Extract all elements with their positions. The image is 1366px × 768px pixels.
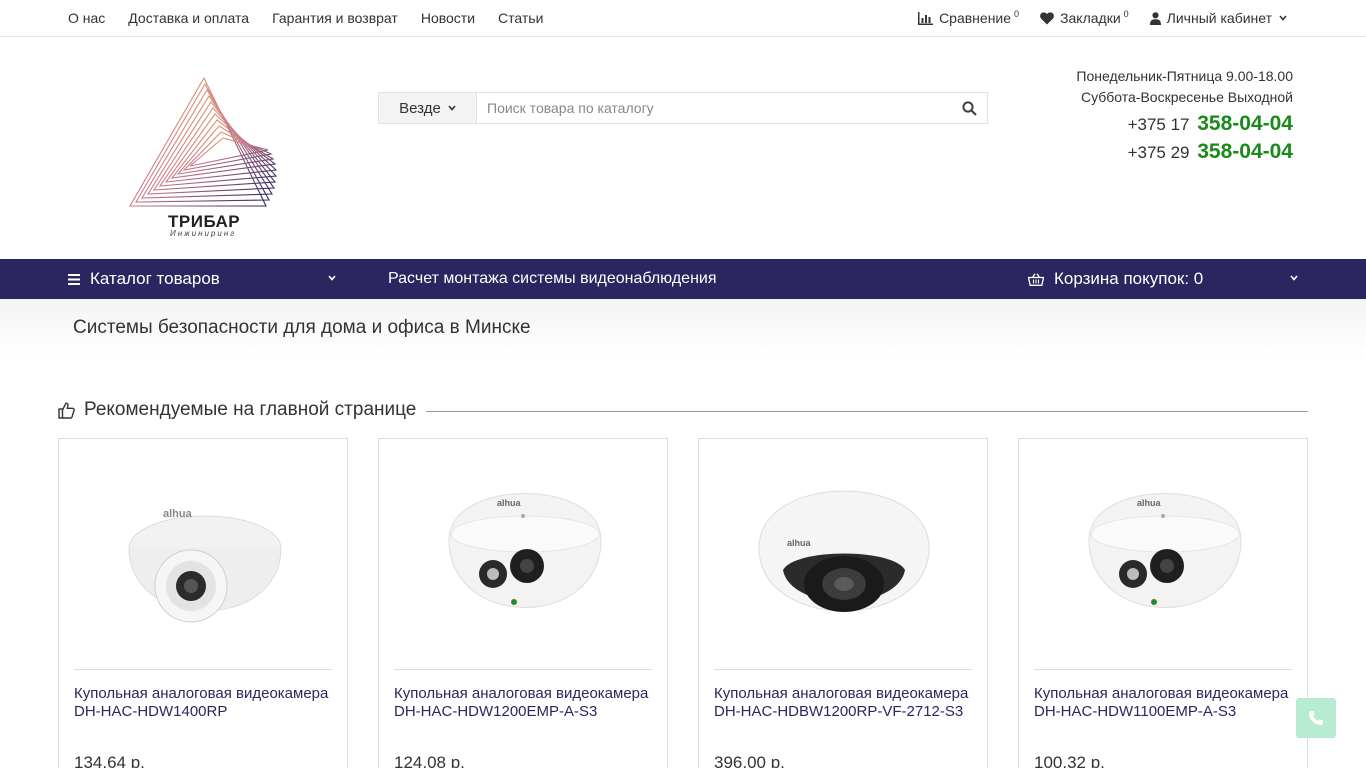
catalog-menu-button[interactable]: Каталог товаров — [68, 259, 340, 299]
product-price: 396,00 р. — [714, 753, 785, 768]
card-divider — [74, 669, 332, 670]
product-price: 100,32 р. — [1034, 753, 1105, 768]
main-nav-bar: Каталог товаров Расчет монтажа системы в… — [0, 259, 1366, 299]
svg-text:alhua: alhua — [787, 538, 812, 548]
dome-camera-image: alhua — [128, 508, 282, 622]
bookmarks-count: 0 — [1123, 9, 1129, 19]
product-card[interactable]: alhua Купольная аналоговая видеокамера D… — [378, 438, 668, 768]
compare-label: Сравнение — [939, 10, 1012, 26]
top-nav-news[interactable]: Новости — [421, 10, 475, 26]
account-label: Личный кабинет — [1166, 10, 1272, 26]
heart-icon — [1040, 11, 1054, 24]
chevron-down-icon — [1290, 275, 1298, 281]
product-name[interactable]: Купольная аналоговая видеокамера DH-HAC-… — [394, 685, 656, 721]
hours-weekdays: Понедельник-Пятница 9.00-18.00 — [1076, 68, 1293, 84]
hours-weekend: Суббота-Воскресенье Выходной — [1080, 89, 1293, 105]
phone-2-prefix: +375 29 — [1127, 143, 1190, 162]
phone-icon — [1309, 711, 1323, 725]
chevron-down-icon — [1279, 15, 1287, 21]
phone-1-prefix: +375 17 — [1127, 115, 1190, 134]
top-nav-warranty[interactable]: Гарантия и возврат — [272, 10, 398, 26]
svg-text:alhua: alhua — [497, 498, 522, 508]
compare-count: 0 — [1014, 9, 1020, 19]
search-input[interactable] — [477, 93, 951, 123]
product-price: 134,64 р. — [74, 753, 145, 768]
search-icon — [961, 100, 977, 116]
top-right-links: Сравнение 0 Закладки 0 Личный кабинет — [897, 0, 1293, 36]
section-divider — [426, 410, 1308, 412]
product-card[interactable]: alhua Купольная аналоговая видеокамера D… — [58, 438, 348, 768]
dome-camera-image: alhua — [448, 492, 602, 608]
product-card[interactable]: alhua Купольная аналоговая видеокамера D… — [1018, 438, 1308, 768]
bookmarks-label: Закладки — [1060, 10, 1121, 26]
top-nav-about[interactable]: О нас — [68, 10, 105, 26]
compare-link[interactable]: Сравнение 0 — [918, 9, 1020, 26]
basket-icon — [1028, 272, 1044, 286]
product-image[interactable]: alhua — [74, 454, 332, 669]
card-divider — [394, 669, 652, 670]
phone-1[interactable]: +375 17 358-04-04 — [1076, 110, 1293, 138]
menu-icon — [68, 273, 80, 285]
montage-calc-link[interactable]: Расчет монтажа системы видеонаблюдения — [388, 259, 717, 299]
card-divider — [1034, 669, 1292, 670]
svg-text:alhua: alhua — [1137, 498, 1162, 508]
phone-1-number: 358-04-04 — [1197, 112, 1293, 135]
dome-camera-image: alhua — [1088, 492, 1242, 608]
card-divider — [714, 669, 972, 670]
product-image[interactable]: alhua — [1034, 454, 1292, 669]
product-card[interactable]: alhua Купольная аналоговая видеокамера D… — [698, 438, 988, 768]
account-menu[interactable]: Личный кабинет — [1149, 10, 1293, 26]
phone-2[interactable]: +375 29 358-04-04 — [1076, 138, 1293, 166]
cart-button[interactable]: Корзина покупок: 0 — [1028, 259, 1298, 299]
product-name[interactable]: Купольная аналоговая видеокамера DH-HAC-… — [714, 685, 976, 721]
callback-button[interactable] — [1296, 698, 1336, 738]
bookmarks-link[interactable]: Закладки 0 — [1040, 9, 1129, 26]
top-nav: О нас Доставка и оплата Гарантия и возвр… — [68, 0, 566, 36]
chevron-down-icon — [448, 105, 456, 111]
chevron-down-icon — [328, 275, 336, 281]
cart-label: Корзина покупок: 0 — [1054, 269, 1204, 288]
logo-subtitle: Инжиниринг — [170, 229, 237, 238]
search-bar: Везде — [378, 92, 988, 124]
product-image[interactable]: alhua — [394, 454, 652, 669]
top-bar: О нас Доставка и оплата Гарантия и возвр… — [0, 0, 1366, 37]
product-price: 124,08 р. — [394, 753, 465, 768]
svg-text:alhua: alhua — [163, 508, 193, 520]
header-contacts: Понедельник-Пятница 9.00-18.00 Суббота-В… — [1076, 66, 1293, 166]
top-nav-articles[interactable]: Статьи — [498, 10, 543, 26]
search-button[interactable] — [951, 93, 987, 123]
dome-camera-image: alhua — [758, 490, 930, 612]
phone-2-number: 358-04-04 — [1197, 140, 1293, 163]
product-image[interactable]: alhua — [714, 454, 972, 669]
search-scope-dropdown[interactable]: Везде — [379, 93, 477, 123]
search-scope-label: Везде — [399, 99, 441, 117]
product-name[interactable]: Купольная аналоговая видеокамера DH-HAC-… — [1034, 685, 1296, 721]
bar-chart-icon — [918, 11, 934, 25]
user-icon — [1149, 11, 1161, 25]
catalog-label: Каталог товаров — [90, 269, 220, 288]
thumbs-up-icon — [58, 401, 75, 419]
top-nav-delivery[interactable]: Доставка и оплата — [128, 10, 249, 26]
section-title: Рекомендуемые на главной странице — [84, 399, 417, 420]
page-title: Системы безопасности для дома и офиса в … — [73, 317, 531, 338]
featured-section-heading: Рекомендуемые на главной странице — [58, 396, 1308, 424]
product-name[interactable]: Купольная аналоговая видеокамера DH-HAC-… — [74, 685, 336, 721]
